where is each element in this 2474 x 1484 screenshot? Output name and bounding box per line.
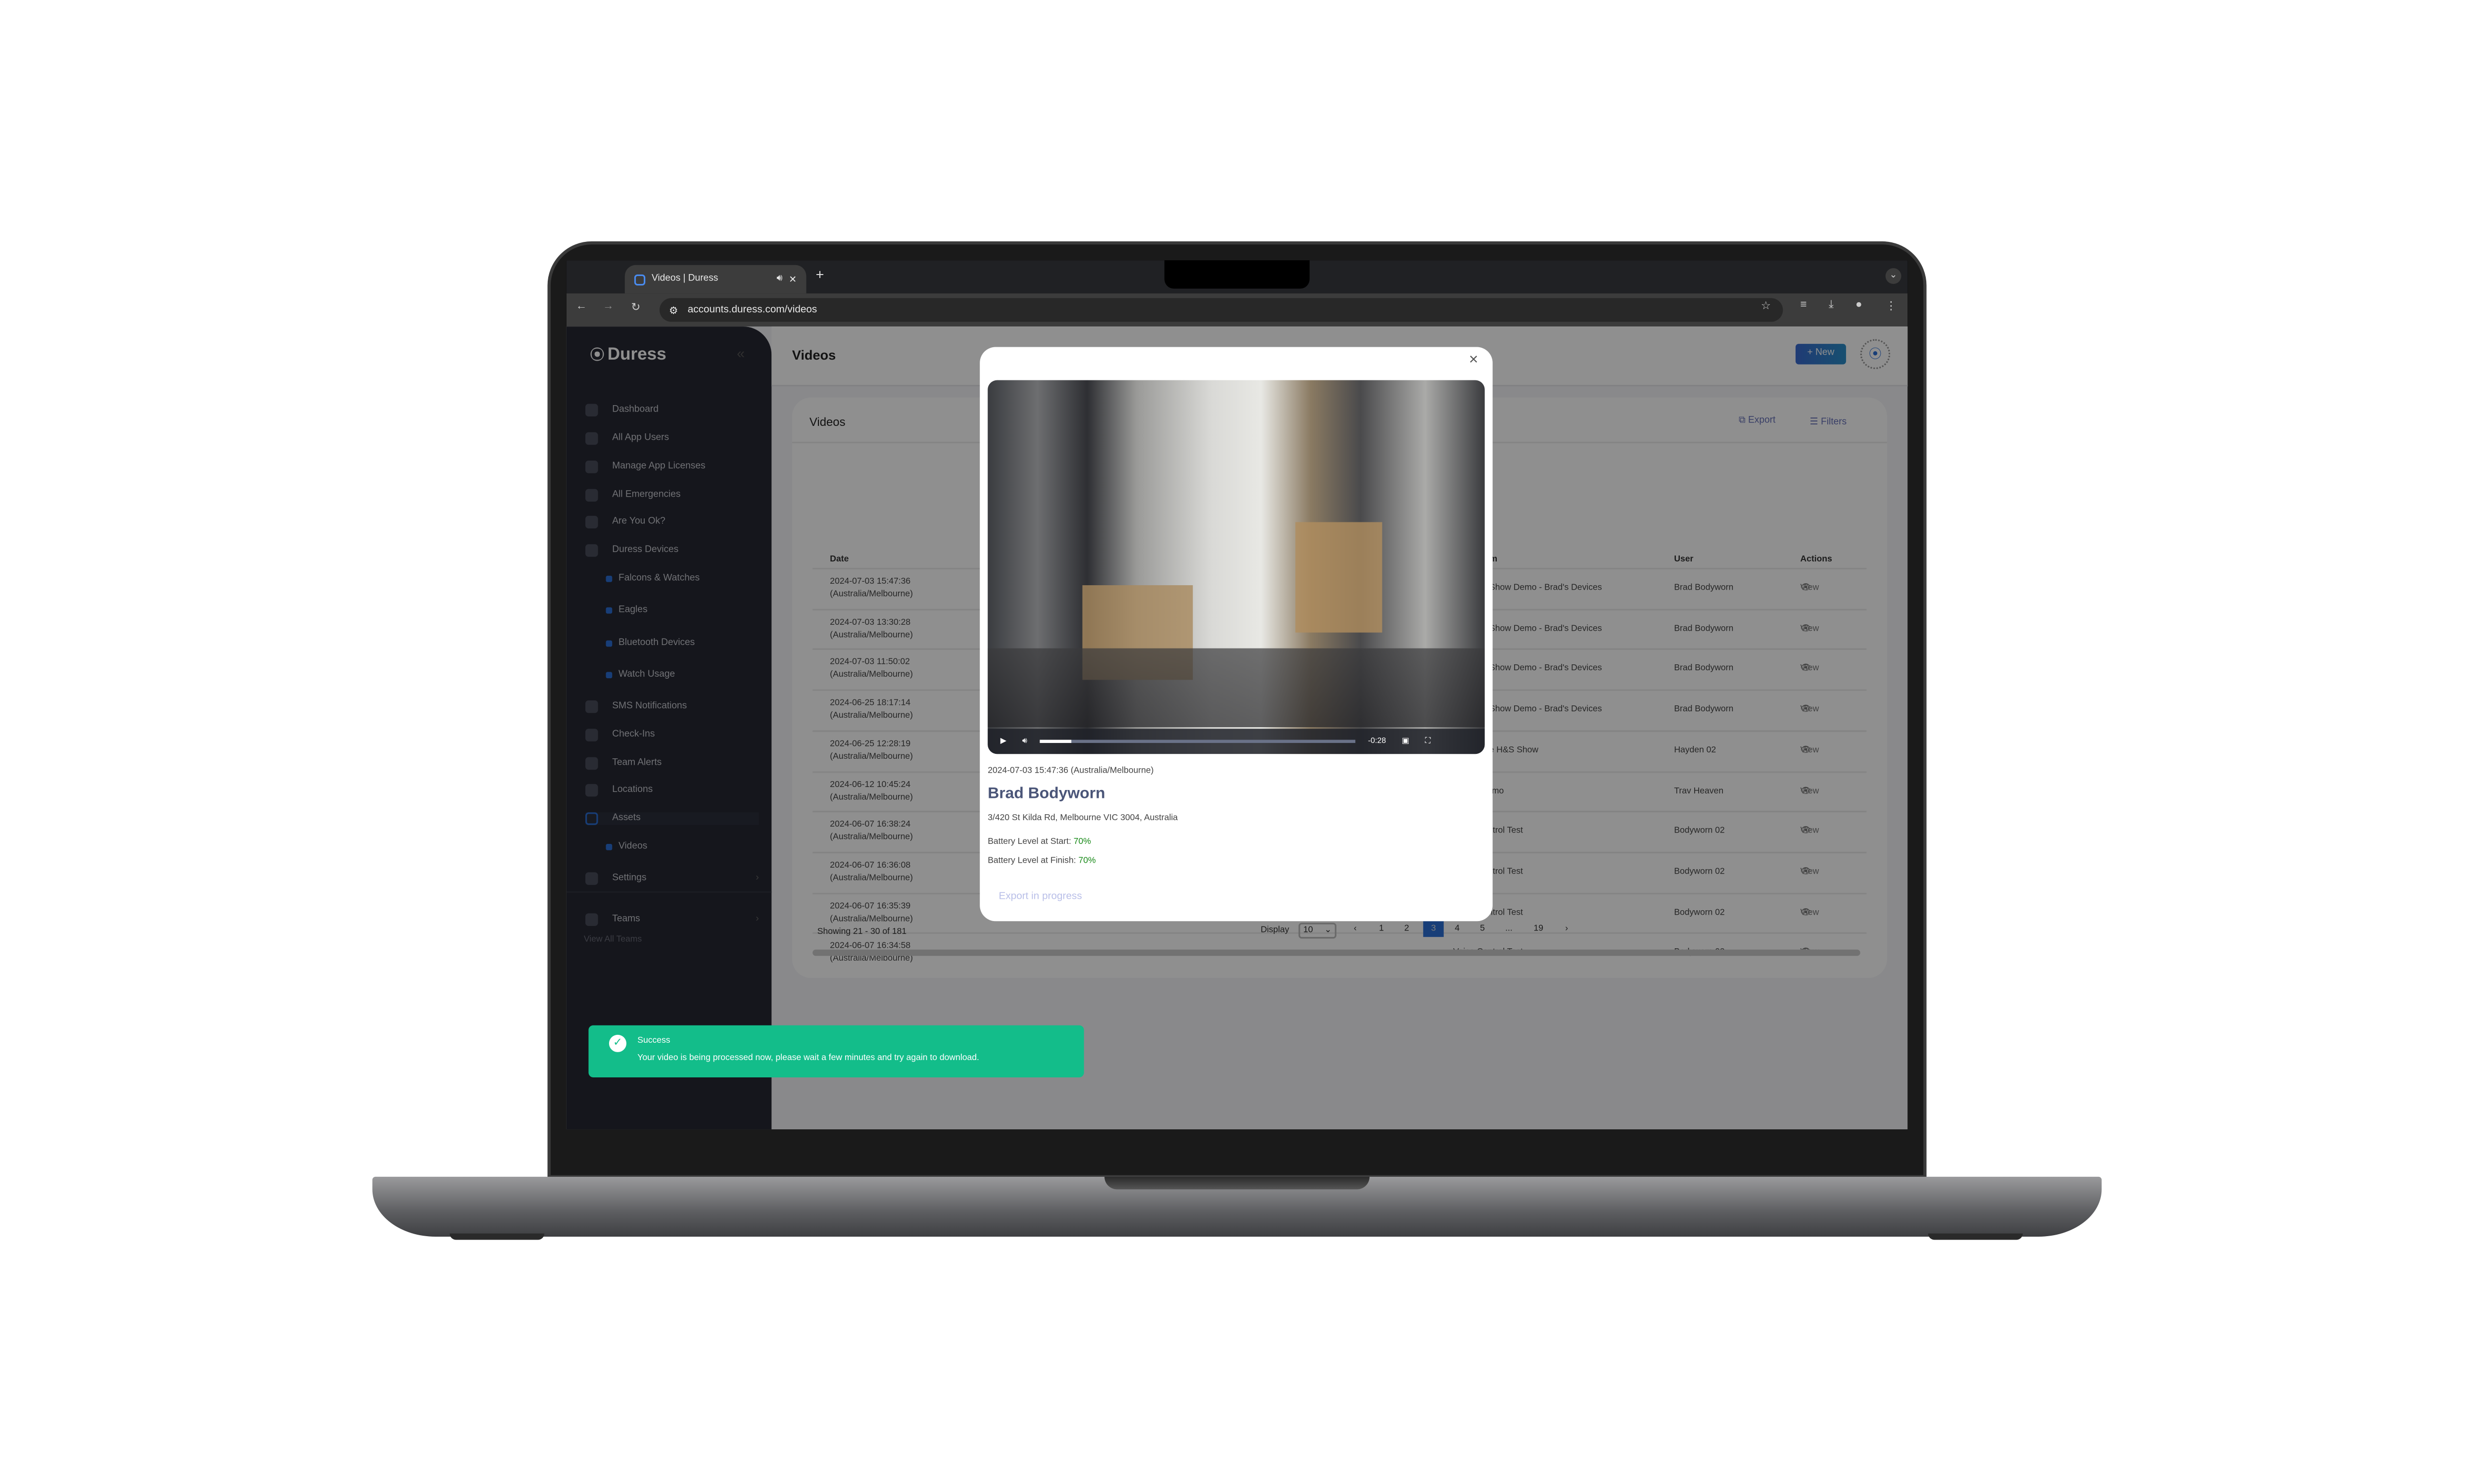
new-tab-button[interactable]: + [816, 267, 824, 282]
speaker-icon[interactable]: 🔊︎ [776, 274, 782, 284]
site-settings-icon[interactable]: ⚙︎ [669, 304, 678, 316]
favicon-icon [634, 274, 646, 285]
laptop-foot [1928, 1233, 2023, 1240]
play-icon[interactable]: ▶ [1000, 737, 1006, 746]
tab-title: Videos | Duress [651, 274, 718, 284]
media-icon[interactable]: ≡ [1800, 300, 1807, 311]
toast-message: Your video is being processed now, pleas… [637, 1054, 979, 1064]
video-seek-bar[interactable] [1040, 740, 1356, 743]
url-field[interactable]: ⚙︎ accounts.duress.com/videos [659, 298, 1783, 322]
video-player[interactable]: ▶ 🔊︎ -0:28 ▣ ⛶ [988, 380, 1485, 754]
browser-tab[interactable]: Videos | Duress 🔊︎ ✕ [624, 265, 807, 294]
time-remaining: -0:28 [1368, 737, 1386, 746]
download-icon[interactable]: ⤓ [1829, 300, 1834, 313]
user-name: Brad Bodyworn [988, 786, 1105, 803]
url-text: accounts.duress.com/videos [687, 304, 817, 316]
camera-notch [1164, 260, 1310, 289]
seek-fill [1040, 740, 1072, 743]
success-toast: ✓ Success Your video is being processed … [588, 1025, 1084, 1077]
laptop-mockup: Videos | Duress 🔊︎ ✕ + ⌄ ← → ↻ ⚙︎ accoun… [0, 0, 2474, 1483]
export-status-button[interactable]: Export in progress [999, 891, 1082, 902]
fullscreen-icon[interactable]: ⛶ [1425, 737, 1430, 746]
reload-icon[interactable]: ↻ [631, 301, 641, 314]
battery-finish: Battery Level at Finish: 70% [988, 856, 1096, 866]
volume-icon[interactable]: 🔊︎ [1022, 737, 1027, 746]
battery-start: Battery Level at Start: 70% [988, 837, 1091, 847]
tab-bar: Videos | Duress 🔊︎ ✕ + ⌄ [566, 260, 1908, 294]
video-controls: ▶ 🔊︎ -0:28 ▣ ⛶ [988, 729, 1485, 754]
video-frame-floor [988, 648, 1485, 728]
screen: Videos | Duress 🔊︎ ✕ + ⌄ ← → ↻ ⚙︎ accoun… [566, 260, 1908, 1130]
tab-search-icon[interactable]: ⌄ [1885, 268, 1902, 284]
laptop-notch [1104, 1176, 1370, 1190]
back-icon[interactable]: ← [576, 301, 587, 312]
video-modal: × ▶ 🔊︎ -0:28 ▣ ⛶ 2024-07-03 15:47:36 (Au… [980, 347, 1493, 922]
video-frame-box [1295, 522, 1382, 633]
picture-in-picture-icon[interactable]: ▣ [1402, 737, 1409, 746]
close-modal-icon[interactable]: × [1469, 352, 1478, 369]
menu-kebab-icon[interactable]: ⋮ [1886, 300, 1897, 312]
laptop-foot [449, 1233, 545, 1240]
address-bar-row: ← → ↻ ⚙︎ accounts.duress.com/videos ☆ ≡ … [566, 293, 1908, 327]
forward-icon[interactable]: → [603, 301, 614, 312]
close-tab-icon[interactable]: ✕ [789, 274, 797, 284]
video-timestamp: 2024-07-03 15:47:36 (Australia/Melbourne… [988, 766, 1154, 776]
bookmark-star-icon[interactable]: ☆ [1761, 300, 1771, 312]
address: 3/420 St Kilda Rd, Melbourne VIC 3004, A… [988, 814, 1178, 824]
profile-icon[interactable]: ● [1856, 300, 1862, 311]
success-check-icon: ✓ [609, 1034, 626, 1052]
toast-title: Success [637, 1036, 670, 1046]
